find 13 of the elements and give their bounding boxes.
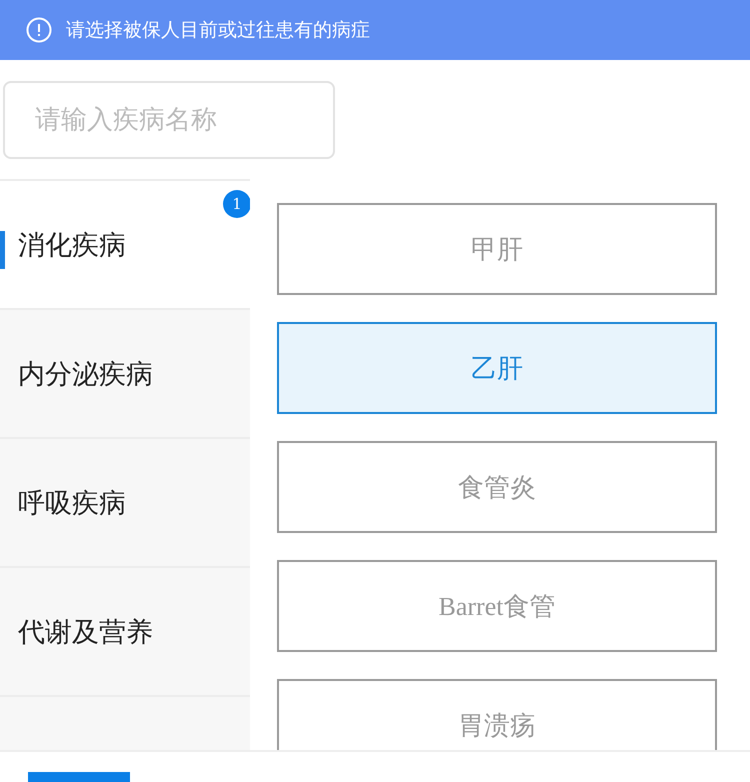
- disease-option[interactable]: 乙肝: [277, 322, 717, 414]
- disease-option[interactable]: 胃溃疡: [277, 679, 717, 750]
- category-item[interactable]: 内分泌疾病: [0, 310, 250, 437]
- notice-text: 请选择被保人目前或过往患有的病症: [66, 18, 370, 43]
- disease-option[interactable]: 甲肝: [277, 203, 717, 295]
- disease-option[interactable]: 食管炎: [277, 441, 717, 533]
- info-icon: [26, 17, 52, 43]
- category-item[interactable]: 消化疾病 1: [0, 181, 250, 308]
- category-item[interactable]: 呼吸疾病: [0, 439, 250, 566]
- search-field[interactable]: 请输入疾病名称: [3, 81, 335, 159]
- count-badge: 1: [223, 190, 250, 218]
- category-item[interactable]: 代谢及营养: [0, 568, 250, 695]
- disease-option[interactable]: Barret食管: [277, 560, 717, 652]
